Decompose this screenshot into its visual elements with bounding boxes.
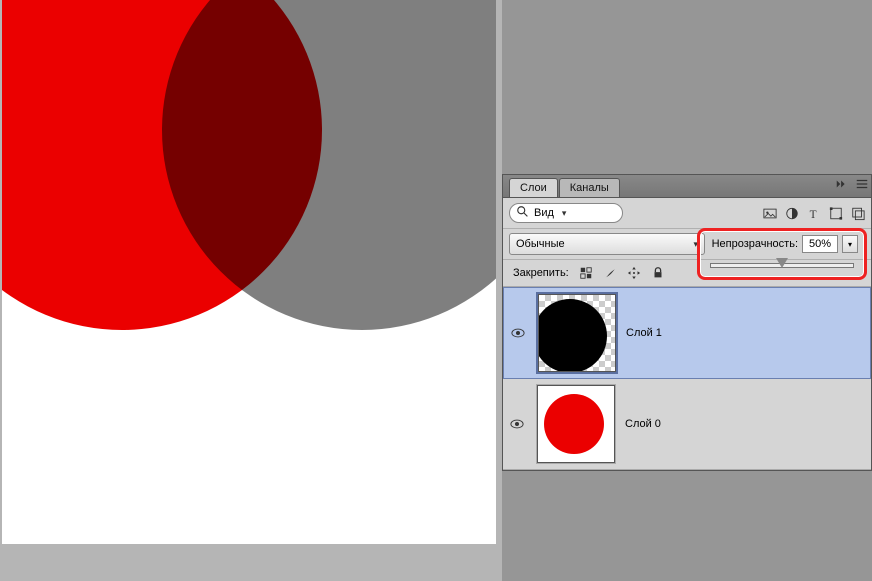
- layer-filter-row: Вид ▾ T: [503, 198, 871, 229]
- opacity-control-highlight: Непрозрачность: 50% ▾: [697, 228, 867, 280]
- filter-shape-icon[interactable]: [829, 206, 843, 220]
- canvas-area[interactable]: [0, 0, 502, 581]
- layer-name-label[interactable]: Слой 1: [626, 327, 662, 339]
- layer-filter-kind[interactable]: Вид ▾: [509, 203, 623, 223]
- visibility-toggle[interactable]: [507, 417, 527, 431]
- opacity-stepper[interactable]: ▾: [842, 235, 858, 253]
- document-canvas[interactable]: [2, 0, 496, 544]
- filter-text-icon[interactable]: T: [807, 206, 821, 220]
- lock-paint-icon[interactable]: [603, 266, 617, 280]
- layer-thumbnail[interactable]: [537, 385, 615, 463]
- visibility-toggle[interactable]: [508, 326, 528, 340]
- lock-label: Закрепить:: [513, 267, 569, 279]
- slider-thumb[interactable]: [776, 258, 788, 268]
- layer-thumbnail[interactable]: [538, 294, 616, 372]
- panel-tab-bar: Слои Каналы: [503, 175, 871, 198]
- layers-panel: Слои Каналы Вид ▾: [502, 174, 872, 471]
- svg-text:T: T: [810, 208, 817, 220]
- filter-adjustment-icon[interactable]: [785, 206, 799, 220]
- panel-collapse-icon[interactable]: [835, 177, 849, 191]
- layer-row[interactable]: Слой 0: [503, 379, 871, 470]
- search-icon: [516, 205, 530, 222]
- lock-pixels-icon[interactable]: [579, 266, 593, 280]
- right-sidebar: Слои Каналы Вид ▾: [502, 0, 872, 581]
- filter-pixel-icon[interactable]: [763, 206, 777, 220]
- opacity-slider[interactable]: [706, 261, 858, 271]
- blend-mode-select[interactable]: Обычные ▾: [509, 233, 705, 255]
- lock-row: Закрепить: Непрозрачность: 50% ▾: [503, 260, 871, 287]
- layer-row[interactable]: Слой 1: [503, 287, 871, 379]
- lock-move-icon[interactable]: [627, 266, 641, 280]
- panel-menu-icon[interactable]: [855, 177, 869, 191]
- blend-mode-value: Обычные: [516, 238, 565, 250]
- opacity-label: Непрозрачность:: [712, 238, 798, 250]
- filter-smart-icon[interactable]: [851, 206, 865, 220]
- opacity-value-input[interactable]: 50%: [802, 235, 838, 253]
- chevron-updown-icon: ▾: [562, 208, 567, 219]
- layer-list: Слой 1 Слой 0: [503, 287, 871, 470]
- tab-channels[interactable]: Каналы: [559, 178, 620, 197]
- filter-kind-label: Вид: [534, 207, 554, 219]
- layer-name-label[interactable]: Слой 0: [625, 418, 661, 430]
- lock-all-icon[interactable]: [651, 266, 665, 280]
- tab-layers[interactable]: Слои: [509, 178, 558, 197]
